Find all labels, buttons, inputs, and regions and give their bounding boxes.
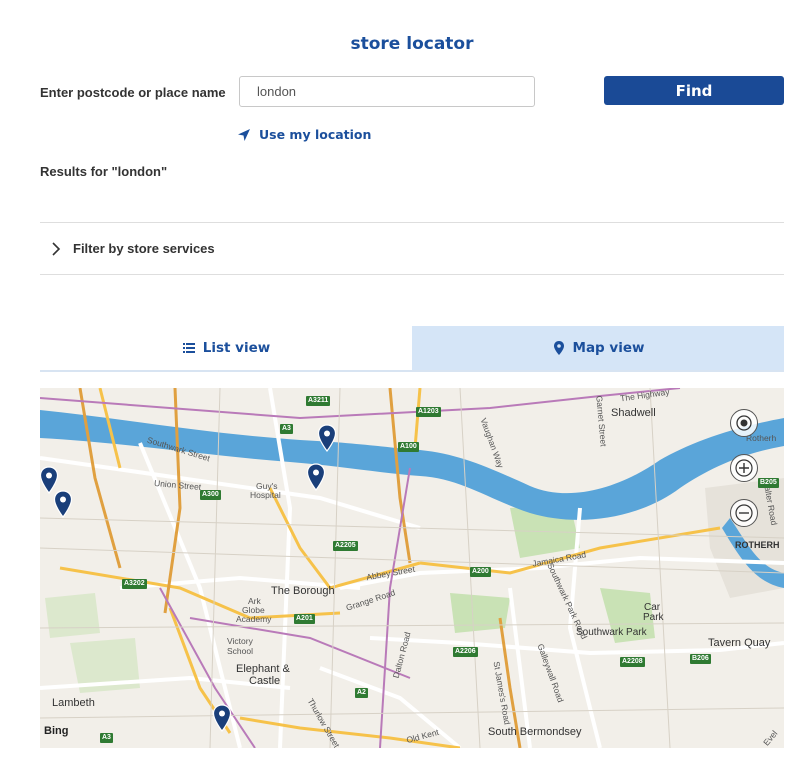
map-label-shadwell: Shadwell — [611, 407, 656, 419]
use-my-location-link[interactable]: Use my location — [237, 127, 371, 142]
bing-logo: Bing — [44, 725, 69, 737]
tab-list-view[interactable]: List view — [40, 326, 412, 370]
zoom-out-button[interactable] — [730, 499, 758, 527]
road-badge: A200 — [470, 567, 491, 577]
map-label-academy: Academy — [236, 614, 272, 624]
results-heading: Results for "london" — [40, 164, 168, 179]
map-label-victory: Victory — [227, 636, 253, 646]
road-badge: A2208 — [620, 657, 645, 667]
map-label-park: Park — [643, 612, 664, 623]
target-icon — [736, 415, 752, 431]
filter-store-services-toggle[interactable]: Filter by store services — [40, 222, 784, 275]
search-label: Enter postcode or place name — [40, 85, 226, 100]
page-title: store locator — [350, 34, 474, 54]
map-label-rotherhithe: ROTHERH — [735, 540, 780, 550]
road-badge: A300 — [200, 490, 221, 500]
road-badge: B205 — [758, 478, 779, 488]
road-badge: B206 — [690, 654, 711, 664]
road-badge: A100 — [398, 442, 419, 452]
use-my-location-label: Use my location — [259, 127, 372, 142]
map-label-castle: Castle — [249, 675, 281, 687]
map-label-south-bermondsey: South Bermondsey — [488, 726, 582, 738]
map-label-hospital: Hospital — [250, 490, 281, 500]
road-badge: A3 — [280, 424, 293, 434]
zoom-in-button[interactable] — [730, 454, 758, 482]
store-marker-pin-icon[interactable] — [317, 424, 337, 452]
location-arrow-icon — [238, 128, 250, 141]
store-marker-pin-icon[interactable] — [212, 704, 232, 732]
road-badge: A1203 — [416, 407, 441, 417]
map-pin-icon — [553, 341, 564, 355]
tab-map-view-label: Map view — [572, 340, 645, 356]
find-button[interactable]: Find — [604, 76, 784, 105]
store-marker-pin-icon[interactable] — [306, 463, 326, 491]
minus-icon — [735, 504, 753, 522]
chevron-right-icon — [52, 241, 61, 256]
view-tabs: List view Map view — [40, 326, 784, 372]
locate-me-button[interactable] — [730, 409, 758, 437]
road-badge: A3202 — [122, 579, 147, 589]
road-badge: A201 — [294, 614, 315, 624]
map-label-elephant: Elephant & — [236, 663, 290, 675]
store-marker-pin-icon[interactable] — [53, 490, 73, 518]
search-input[interactable] — [239, 76, 535, 107]
tab-map-view[interactable]: Map view — [412, 326, 784, 370]
road-badge: A2205 — [333, 541, 358, 551]
road-badge: A2206 — [453, 647, 478, 657]
list-icon — [182, 343, 195, 353]
road-badge: A2 — [355, 688, 368, 698]
map-label-tavern-quay: Tavern Quay — [708, 637, 771, 649]
filter-label: Filter by store services — [73, 241, 215, 256]
map-label-lambeth: Lambeth — [52, 697, 95, 709]
road-badge: A3211 — [306, 396, 331, 406]
tab-list-view-label: List view — [202, 340, 271, 356]
road-badge: A3 — [100, 733, 113, 743]
store-map[interactable]: Shadwell The Borough Elephant & Castle L… — [40, 388, 784, 748]
map-label-school: School — [227, 646, 253, 656]
plus-icon — [735, 459, 753, 477]
map-label-the-borough: The Borough — [271, 585, 335, 597]
